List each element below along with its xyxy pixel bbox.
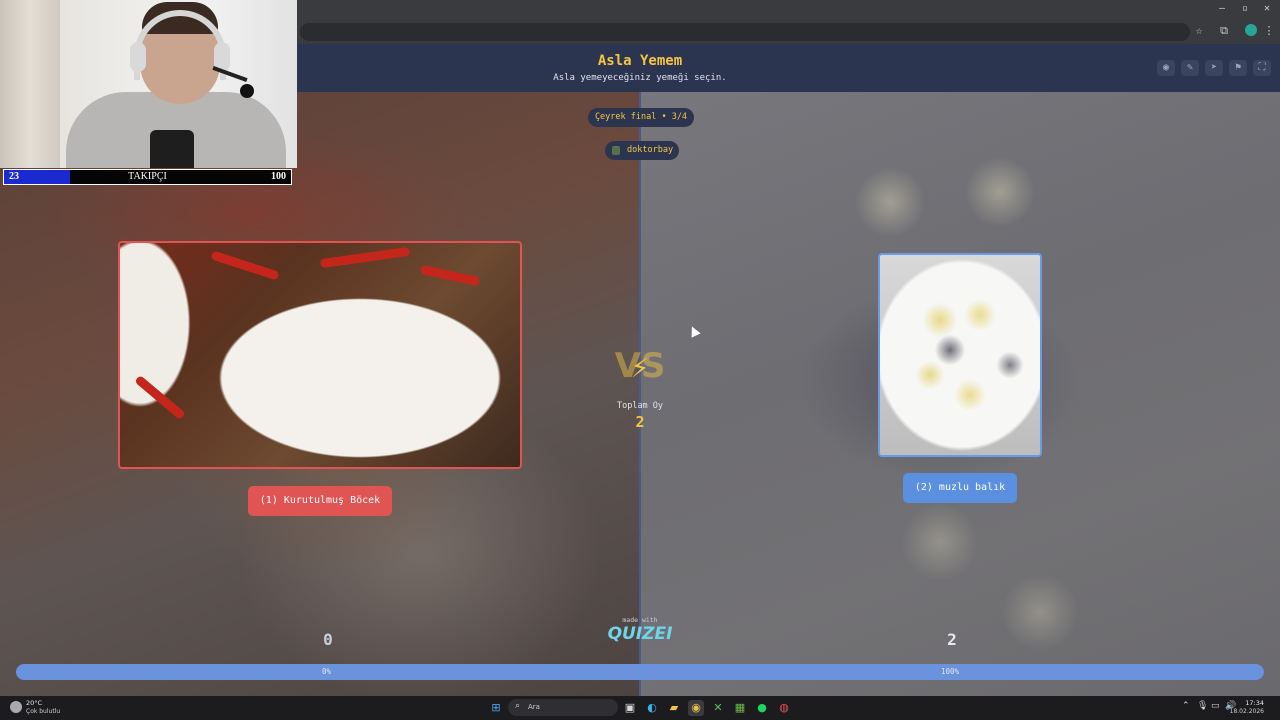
spotify-icon[interactable]: ●	[754, 700, 770, 716]
microphone-tray-icon[interactable]: 🎙	[1197, 701, 1208, 711]
votes-left: 0	[323, 630, 333, 649]
bookmark-star-icon[interactable]: ☆	[1192, 24, 1206, 38]
profile-avatar[interactable]	[1245, 24, 1257, 36]
file-explorer-icon[interactable]: ▰	[666, 700, 682, 716]
creator-name: doktorbay	[627, 145, 674, 155]
percent-right: 100%	[941, 667, 960, 676]
edit-icon[interactable]: ✎	[1181, 60, 1199, 76]
camera-stand	[150, 130, 194, 168]
made-with-text: made with	[622, 616, 658, 624]
menu-icon[interactable]: ⋮	[1262, 24, 1276, 38]
total-votes-value: 2	[635, 413, 645, 431]
tray-chevron-icon[interactable]: ⌃	[1182, 701, 1190, 711]
chrome-icon[interactable]: ◉	[688, 700, 704, 716]
address-bar[interactable]	[300, 23, 1190, 41]
start-icon[interactable]: ⊞	[488, 700, 504, 716]
vote-progress-bar: 0% 100%	[16, 664, 1264, 680]
total-votes-label: Toplam Oy	[616, 401, 664, 411]
lightning-icon: ⚡	[630, 350, 650, 385]
xbox-icon[interactable]: ✕	[710, 700, 726, 716]
extensions-icon[interactable]: ⧉	[1217, 24, 1231, 38]
center-divider	[639, 92, 641, 696]
creator-badge[interactable]: doktorbay	[605, 141, 679, 160]
follower-goal-bar: 23 TAKIPÇI 100	[3, 169, 292, 185]
taskbar-search[interactable]: ⌕ Ara	[508, 699, 618, 716]
brand-logo[interactable]: QUIZEI	[600, 624, 680, 644]
percent-left: 0%	[322, 667, 332, 676]
follower-goal: 100	[271, 171, 286, 182]
search-placeholder: Ara	[528, 703, 540, 711]
clock-time[interactable]: 17:34	[1224, 699, 1264, 707]
votes-right: 2	[947, 630, 957, 649]
weather-desc: Çok bulutlu	[26, 708, 61, 715]
edge-icon[interactable]: ◐	[644, 700, 660, 716]
flag-icon[interactable]: ⚑	[1229, 60, 1247, 76]
restore-icon[interactable]: ▫	[1238, 3, 1252, 14]
weather-icon[interactable]	[10, 701, 22, 713]
user-icon	[612, 146, 620, 155]
fullscreen-icon[interactable]: ⛶	[1253, 60, 1271, 76]
app-icon[interactable]: ◍	[776, 700, 792, 716]
option-image-right[interactable]	[878, 253, 1042, 457]
headset-earcup	[130, 42, 146, 72]
weather-temp: 20°C	[26, 699, 43, 707]
option-label-left[interactable]: (1) Kurutulmuş Böcek	[248, 486, 392, 516]
follower-label: TAKIPÇI	[128, 171, 167, 182]
round-badge: Çeyrek final • 3/4	[588, 108, 694, 127]
chili-pepper	[134, 374, 186, 421]
curtain	[0, 0, 60, 168]
task-view-icon[interactable]: ▣	[622, 700, 638, 716]
webcam-overlay	[0, 0, 297, 168]
chili-pepper	[419, 264, 481, 287]
close-window-icon[interactable]: ✕	[1260, 3, 1274, 14]
minimize-icon[interactable]: –	[1215, 3, 1229, 14]
chili-pepper	[210, 250, 280, 281]
eye-icon[interactable]: ◉	[1157, 60, 1175, 76]
microphone-icon	[240, 84, 254, 98]
minecraft-icon[interactable]: ▦	[732, 700, 748, 716]
search-icon: ⌕	[515, 701, 521, 711]
option-image-left[interactable]	[118, 241, 522, 469]
taskbar: 20°C Çok bulutlu ⊞ ⌕ Ara ▣ ◐ ▰ ◉ ✕ ▦ ● ◍…	[0, 696, 1280, 720]
send-icon[interactable]: ➤	[1205, 60, 1223, 76]
chili-pepper	[319, 246, 411, 269]
option-label-right[interactable]: (2) muzlu balık	[903, 473, 1017, 503]
clock-date[interactable]: 18.02.2026	[1210, 708, 1264, 715]
